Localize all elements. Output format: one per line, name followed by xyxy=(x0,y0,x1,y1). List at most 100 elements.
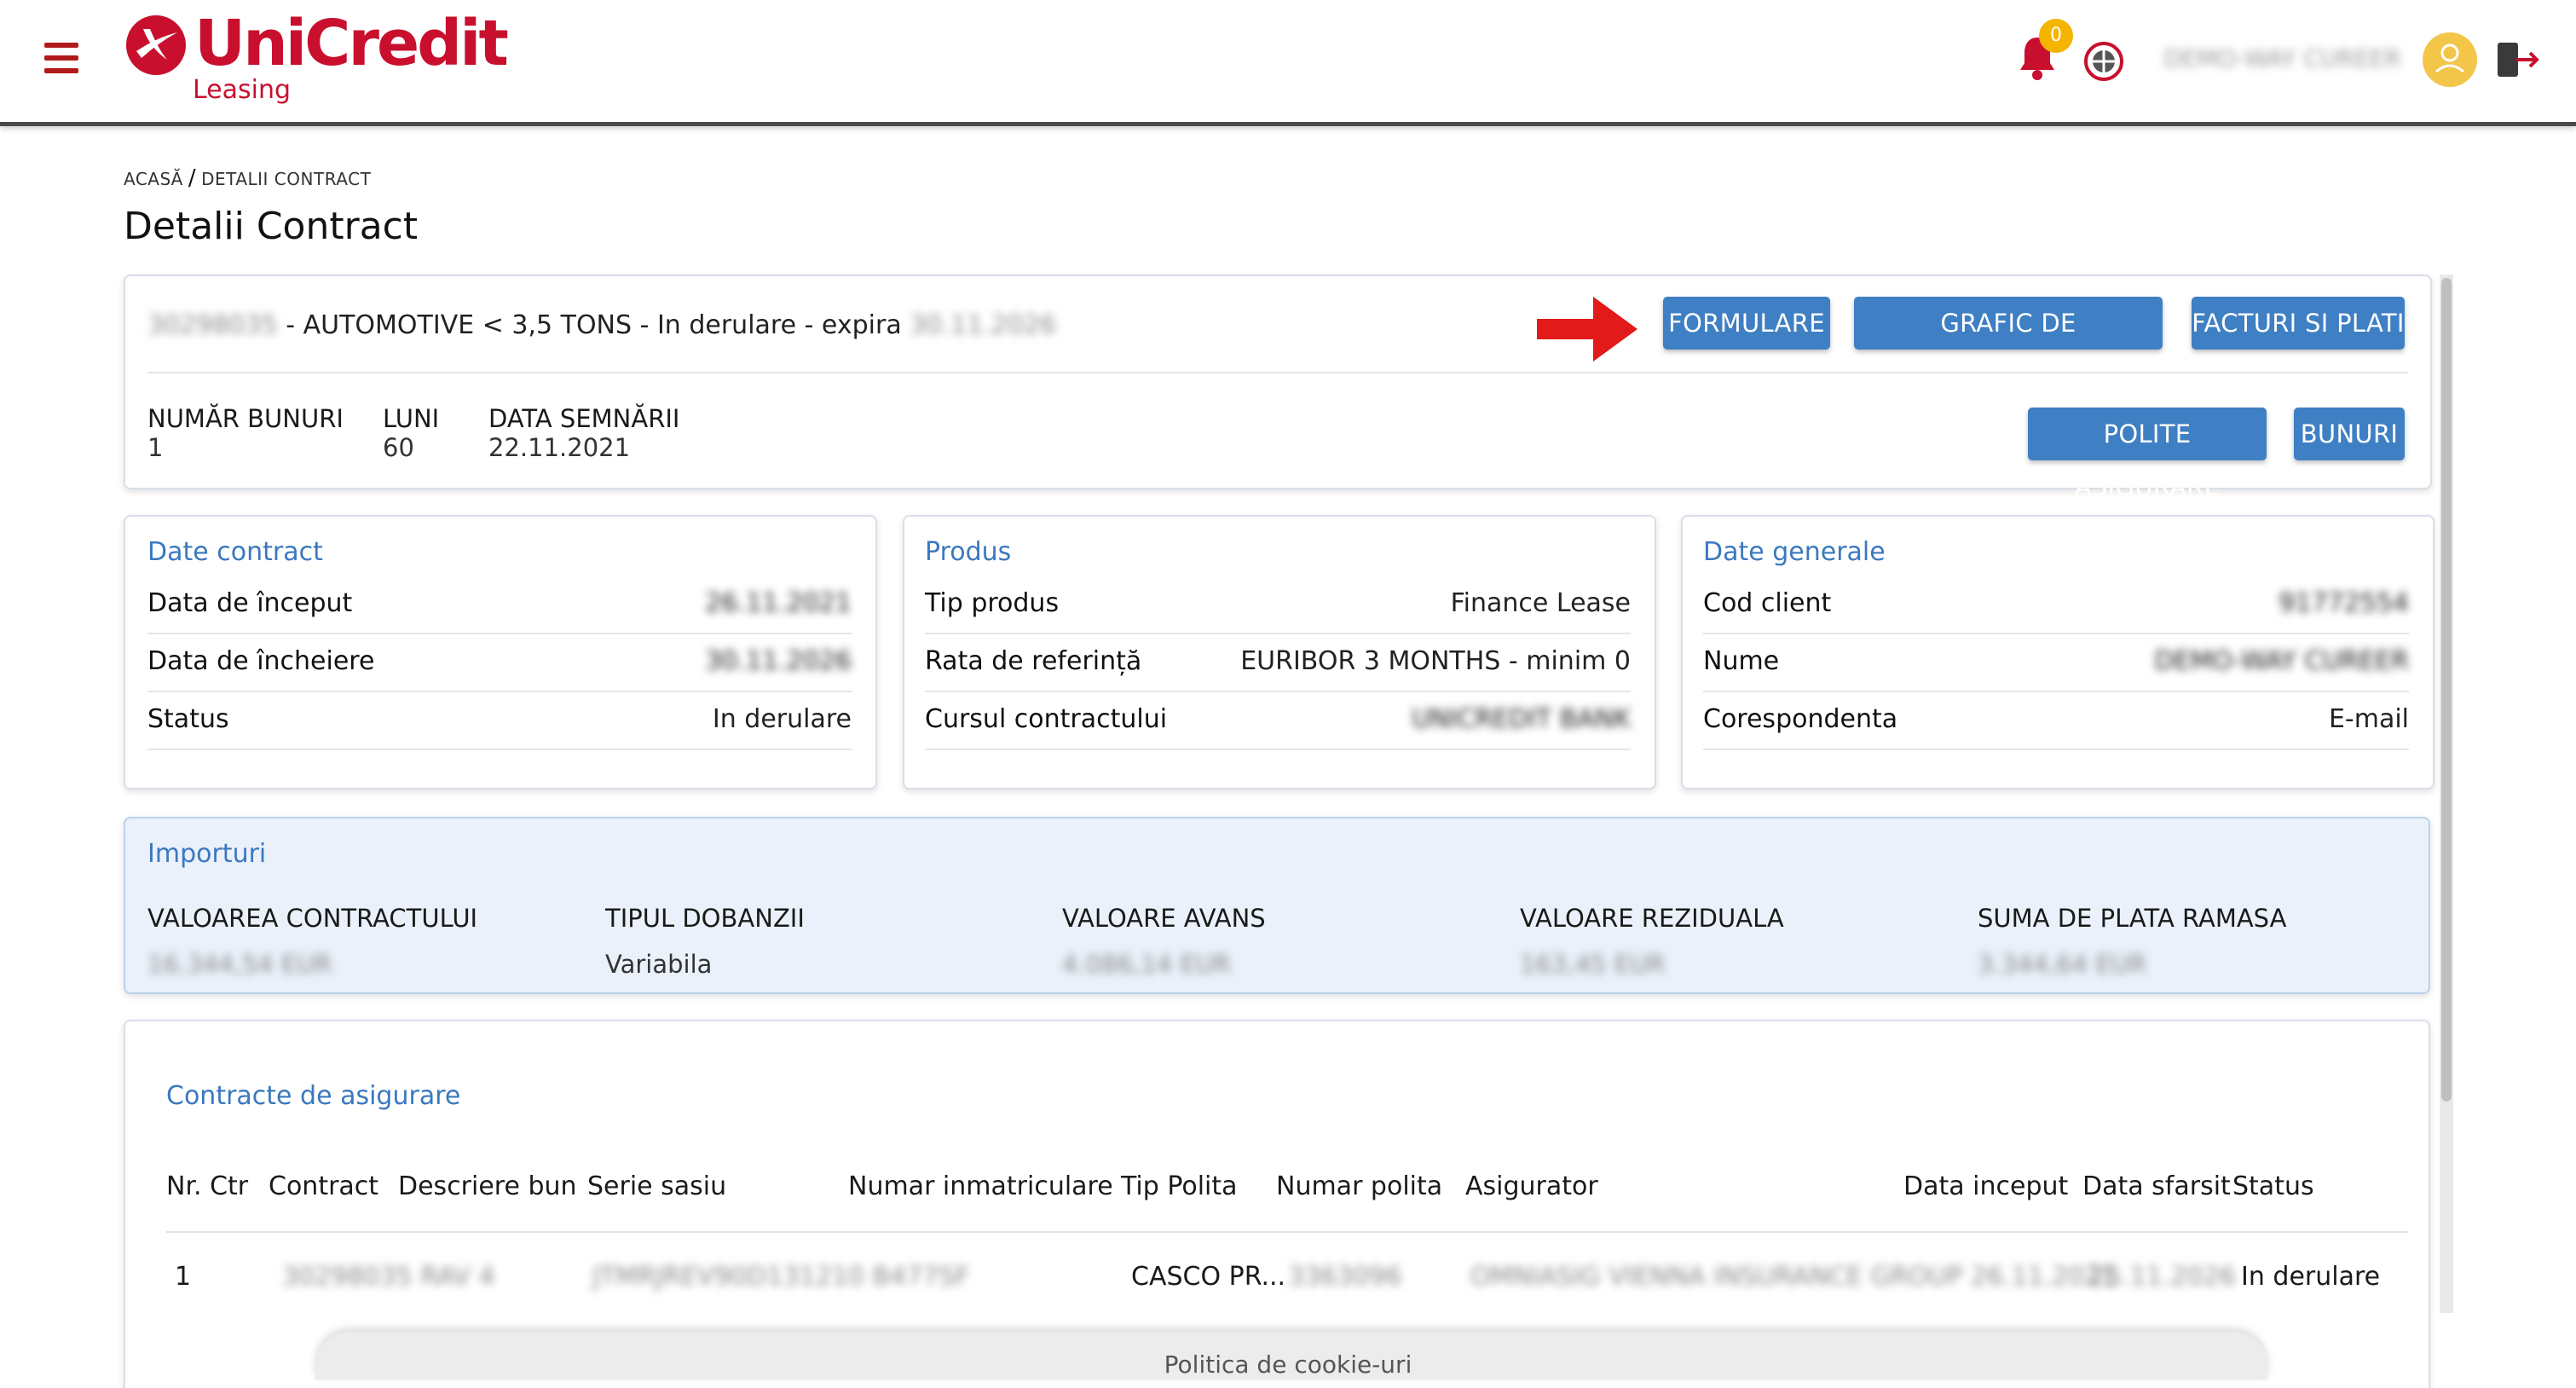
cell-data-sfarsit: 25.11.2026 xyxy=(2089,1262,2236,1292)
importuri-card: Importuri VALOAREA CONTRACTULUI 16.344,5… xyxy=(124,817,2430,994)
info-row: Cursul contractului UNICREDIT BANK xyxy=(925,692,1631,750)
column-header[interactable]: Asigurator xyxy=(1465,1171,1598,1201)
scrollbar-thumb[interactable] xyxy=(2441,278,2452,1102)
info-row: Status In derulare xyxy=(147,692,852,750)
contract-headline: 30298035 - AUTOMOTIVE < 3,5 TONS - In de… xyxy=(147,310,1056,340)
section-title: Contracte de asigurare xyxy=(166,1081,461,1111)
row-label: Data de încheiere xyxy=(147,646,375,676)
cell-numar-polita: 3363096 xyxy=(1288,1262,1402,1292)
stat-numar-bunuri: NUMĂR BUNURI 1 xyxy=(147,404,344,462)
column-header[interactable]: Serie sasiu xyxy=(587,1171,726,1201)
brand-name: UniCredit xyxy=(194,7,509,80)
menu-icon[interactable] xyxy=(44,43,78,73)
column-header[interactable]: Data inceput xyxy=(1903,1171,2068,1201)
stat-data-semnarii: DATA SEMNĂRII 22.11.2021 xyxy=(488,404,679,462)
user-name[interactable]: DEMO-WAY CUREER xyxy=(2163,44,2401,72)
info-row: Corespondenta E-mail xyxy=(1703,692,2409,750)
date-generale-card: Date generale Cod client 91772554 Nume D… xyxy=(1681,515,2434,789)
row-label: Status xyxy=(147,704,229,734)
amount-column: VALOAREA CONTRACTULUI 16.344,54 EUR xyxy=(147,895,477,987)
top-bar: UniCredit Leasing 0 DEMO-WAY CUREER xyxy=(0,0,2576,126)
section-title: Date contract xyxy=(147,537,323,567)
amount-column: VALOARE AVANS 4.086,14 EUR xyxy=(1062,895,1266,987)
info-row: Data de început 26.11.2021 xyxy=(147,576,852,634)
column-header[interactable]: Numar polita xyxy=(1276,1171,1442,1201)
column-header[interactable]: Descriere bun xyxy=(398,1171,577,1201)
summary-divider xyxy=(147,372,2408,373)
amount-value: 3.344,64 EUR xyxy=(1978,950,2147,979)
section-title: Produs xyxy=(925,537,1012,567)
column-header[interactable]: Numar inmatriculare xyxy=(848,1171,1113,1201)
section-title: Date generale xyxy=(1703,537,1886,567)
amount-column: VALOARE REZIDUALA 163,45 EUR xyxy=(1520,895,1784,987)
stat-value: 60 xyxy=(383,433,414,462)
row-label: Nume xyxy=(1703,646,1780,676)
amount-label: VALOARE AVANS xyxy=(1062,904,1266,933)
unicredit-logo-icon xyxy=(126,15,186,75)
amount-column: SUMA DE PLATA RAMASA 3.344,64 EUR xyxy=(1978,895,2286,987)
stat-value: 1 xyxy=(147,433,164,462)
amount-label: VALOARE REZIDUALA xyxy=(1520,904,1784,933)
logout-icon[interactable] xyxy=(2494,39,2542,80)
row-label: Cursul contractului xyxy=(925,704,1168,734)
breadcrumb-home[interactable]: ACASĂ xyxy=(124,169,183,189)
cookie-policy-link[interactable]: Politica de cookie-uri xyxy=(0,1350,2576,1379)
stat-label: DATA SEMNĂRII xyxy=(488,404,680,433)
amount-value: 16.344,54 EUR xyxy=(147,950,332,979)
contract-expiry: 30.11.2026 xyxy=(910,310,1057,340)
globe-icon[interactable] xyxy=(2083,41,2124,82)
row-value: EURIBOR 3 MONTHS - minim 0 xyxy=(1240,646,1631,676)
cell-tip-polita: CASCO PR... xyxy=(1131,1262,1286,1292)
info-row: Cod client 91772554 xyxy=(1703,576,2409,634)
stat-value: 22.11.2021 xyxy=(488,433,631,462)
arrow-right-icon xyxy=(1537,297,1637,361)
table-header: Nr. Ctr Contract Descriere bun Serie sas… xyxy=(166,1171,2408,1233)
stat-luni: LUNI 60 xyxy=(383,404,439,462)
contract-number: 30298035 xyxy=(147,310,278,340)
amount-value: 4.086,14 EUR xyxy=(1062,950,1232,979)
user-icon xyxy=(2435,43,2464,73)
facturi-plati-button[interactable]: FACTURI SI PLATI xyxy=(2192,297,2405,350)
breadcrumb-separator: / xyxy=(188,165,197,191)
contract-summary-card: 30298035 - AUTOMOTIVE < 3,5 TONS - In de… xyxy=(124,275,2432,501)
row-label: Cod client xyxy=(1703,588,1832,618)
row-value: DEMO-WAY CUREER xyxy=(2154,646,2409,676)
avatar[interactable] xyxy=(2423,32,2477,87)
info-row: Tip produs Finance Lease xyxy=(925,576,1631,634)
polite-asigurare-button[interactable]: POLITE ASIGURARE xyxy=(2028,408,2267,501)
info-row: Data de încheiere 30.11.2026 xyxy=(147,634,852,692)
column-header[interactable]: Contract xyxy=(269,1171,378,1201)
column-header[interactable]: Nr. Ctr xyxy=(166,1171,248,1201)
bunuri-button[interactable]: BUNURI xyxy=(2294,408,2405,460)
cell-nr: 1 xyxy=(175,1262,192,1292)
breadcrumb-current: DETALII CONTRACT xyxy=(201,169,372,189)
table-row[interactable]: 1 30298035 RAV 4 JTMRJREV90D131210 B477S… xyxy=(166,1262,2408,1313)
row-label: Rata de referință xyxy=(925,646,1142,676)
cell-serie-inmatriculare: JTMRJREV90D131210 B477SF xyxy=(592,1262,970,1292)
produs-card: Produs Tip produs Finance Lease Rata de … xyxy=(903,515,1656,789)
amount-value: Variabila xyxy=(605,950,713,979)
column-header[interactable]: Status xyxy=(2232,1171,2314,1201)
stat-label: NUMĂR BUNURI xyxy=(147,404,344,433)
row-value: E-mail xyxy=(2328,704,2409,734)
row-label: Corespondenta xyxy=(1703,704,1898,734)
info-row: Nume DEMO-WAY CUREER xyxy=(1703,634,2409,692)
column-header[interactable]: Tip Polita xyxy=(1121,1171,1238,1201)
row-label: Data de început xyxy=(147,588,353,618)
row-label: Tip produs xyxy=(925,588,1060,618)
amount-label: SUMA DE PLATA RAMASA xyxy=(1978,904,2287,933)
grafic-rambursare-button[interactable]: GRAFIC DE RAMBURSARE xyxy=(1854,297,2163,390)
breadcrumb: ACASĂ / DETALII CONTRACT xyxy=(124,165,371,191)
amount-label: TIPUL DOBANZII xyxy=(605,904,805,933)
row-value: 26.11.2021 xyxy=(705,588,852,618)
formulare-button[interactable]: FORMULARE xyxy=(1663,297,1830,350)
row-value: Finance Lease xyxy=(1450,588,1631,618)
row-value: In derulare xyxy=(712,704,852,734)
brand-sub: Leasing xyxy=(193,75,292,105)
row-value: 30.11.2026 xyxy=(705,646,852,676)
cell-status: In derulare xyxy=(2241,1262,2381,1292)
amount-value: 163,45 EUR xyxy=(1520,950,1666,979)
row-value: 91772554 xyxy=(2279,588,2409,618)
column-header[interactable]: Data sfarsit xyxy=(2082,1171,2231,1201)
contract-description: - AUTOMOTIVE < 3,5 TONS - In derulare - … xyxy=(277,310,910,340)
